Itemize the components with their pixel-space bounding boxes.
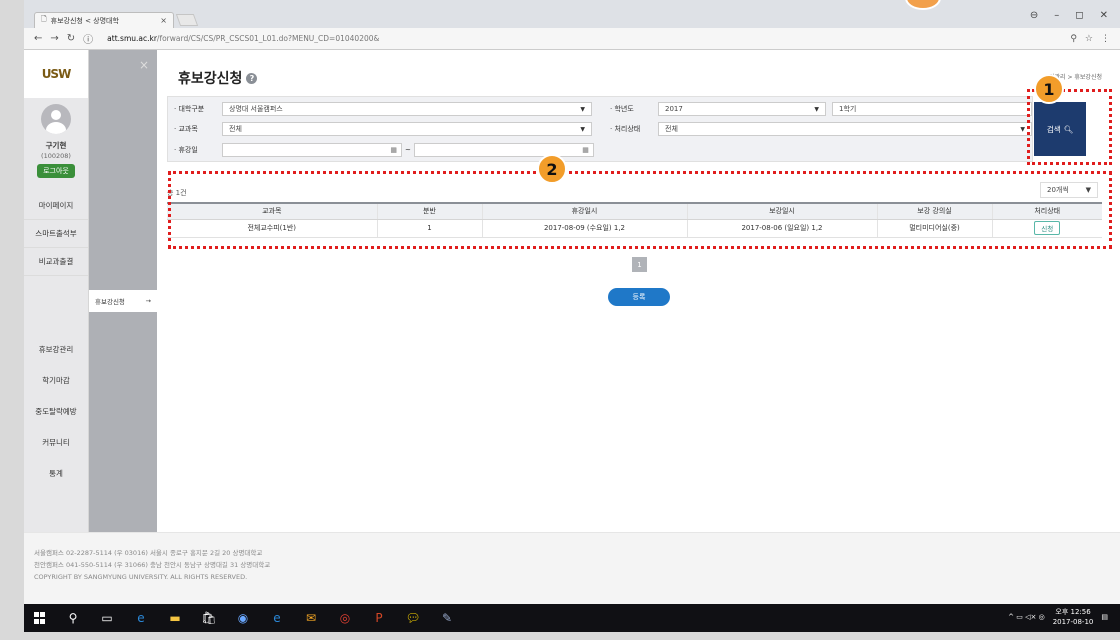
new-tab-button[interactable] bbox=[175, 14, 199, 26]
tab-title: 휴보강신청 < 상명대학 bbox=[50, 16, 119, 25]
task-view-icon[interactable]: ▭ bbox=[100, 611, 114, 625]
course-select[interactable]: 전체 ▼ bbox=[222, 122, 592, 136]
footer-copyright: COPYRIGHT BY SANGMYUNG UNIVERSITY. ALL R… bbox=[34, 573, 248, 581]
usw-logo[interactable]: USW bbox=[24, 50, 88, 98]
footer-cheonan-address: 천안캠퍼스 041-550-5114 (우 31066) 충남 천안시 동남구 … bbox=[34, 561, 271, 569]
chrome-icon[interactable]: ◎ bbox=[338, 611, 352, 625]
sidebar-item-statistics[interactable]: 통계 bbox=[24, 458, 88, 489]
sidebar-item-extracurricular[interactable]: 비교과출결 bbox=[24, 248, 88, 276]
caret-down-icon: ▼ bbox=[580, 105, 585, 113]
frame-edge bbox=[24, 632, 1120, 640]
browser-tabbar: 🗋 휴보강신청 < 상명대학 × ⊖ – ◻ ✕ bbox=[24, 0, 1120, 28]
user-name: 구기현 bbox=[45, 141, 67, 150]
window-controls: ⊖ – ◻ ✕ bbox=[1030, 10, 1108, 21]
annotation-badge-2: 2 bbox=[537, 154, 567, 184]
annotation-badge-1: 1 bbox=[1034, 74, 1064, 104]
windows-start-icon[interactable] bbox=[34, 612, 46, 624]
register-button[interactable]: 등록 bbox=[608, 288, 670, 306]
windows-taskbar: ⚲ ▭ e ▬ 🛍︎ ◉ e ✉ ◎ P 💬︎ ✎ ^ ▭ ◁× ◎ 오후 12… bbox=[24, 604, 1120, 632]
main-sidebar: USW 구기현 (100208) 로그아웃 마이페이지 스마트출석부 비교과출결… bbox=[24, 50, 89, 532]
edge-icon[interactable]: e bbox=[134, 611, 148, 625]
semester-select[interactable]: 1학기 bbox=[832, 102, 1032, 116]
app-icon[interactable]: ✎ bbox=[440, 611, 454, 625]
file-explorer-icon[interactable]: ▬ bbox=[168, 611, 182, 625]
submenu-panel: × 휴보강신청 → bbox=[89, 50, 157, 532]
mail-icon[interactable]: ✉ bbox=[304, 611, 318, 625]
more-icon[interactable]: ⋮ bbox=[1101, 34, 1110, 44]
caret-down-icon: ▼ bbox=[580, 125, 585, 133]
annotation-box-2 bbox=[168, 171, 1112, 249]
main-content: 휴보강신청 ? 강관리 > 휴보강신청 대학구분 상명대 서울캠퍼스▼ 학년도 … bbox=[157, 50, 1120, 532]
tray-icons[interactable]: ^ ▭ ◁× ◎ bbox=[1008, 613, 1045, 621]
back-icon[interactable]: ← bbox=[34, 33, 42, 44]
page-icon: 🗋 bbox=[41, 15, 47, 23]
address-bar: ← → ↻ ⓘ att.smu.ac.kr/forward/CS/CS/PR_C… bbox=[24, 28, 1120, 50]
search-filter-panel: 대학구분 상명대 서울캠퍼스▼ 학년도 2017▼ 1학기 교과목 전체▼ 처리… bbox=[167, 96, 1033, 162]
kakaotalk-icon[interactable]: 💬︎ bbox=[405, 611, 420, 625]
campus-label: 대학구분 bbox=[168, 104, 222, 114]
search-icon[interactable]: ⚲ bbox=[66, 611, 80, 625]
notification-icon[interactable]: ▤ bbox=[1101, 613, 1108, 621]
star-icon[interactable]: ☆ bbox=[1085, 34, 1093, 44]
ie-icon[interactable]: e bbox=[270, 611, 284, 625]
page-footer: 서울캠퍼스 02-2287-5114 (우 03016) 서울시 종로구 홍지문… bbox=[24, 532, 1120, 604]
tab-close-icon[interactable]: × bbox=[160, 16, 167, 25]
footer-seoul-address: 서울캠퍼스 02-2287-5114 (우 03016) 서울시 종로구 홍지문… bbox=[34, 549, 263, 557]
sidebar-item-mypage[interactable]: 마이페이지 bbox=[24, 192, 88, 220]
reload-icon[interactable]: ↻ bbox=[67, 33, 75, 44]
clock[interactable]: 오후 12:56 2017-08-10 bbox=[1053, 607, 1094, 627]
user-panel: 구기현 (100208) 로그아웃 bbox=[24, 98, 88, 178]
app-icon[interactable]: ◉ bbox=[236, 611, 250, 625]
help-icon[interactable]: ? bbox=[246, 72, 258, 84]
submenu-item-class-cancel-request[interactable]: 휴보강신청 → bbox=[89, 290, 157, 312]
powerpoint-icon[interactable]: P bbox=[372, 611, 386, 625]
zoom-icon[interactable]: ⚲ bbox=[1070, 34, 1077, 44]
profile-icon[interactable]: ⊖ bbox=[1030, 10, 1038, 21]
store-icon[interactable]: 🛍︎ bbox=[201, 611, 216, 625]
page-title: 휴보강신청 ? bbox=[178, 68, 258, 88]
sidebar-item-community[interactable]: 커뮤니티 bbox=[24, 427, 88, 458]
caret-down-icon: ▼ bbox=[814, 105, 819, 113]
url-input[interactable]: att.smu.ac.kr/forward/CS/CS/PR_CSCS01_L0… bbox=[107, 34, 1062, 43]
close-window-icon[interactable]: ✕ bbox=[1100, 10, 1108, 21]
sidebar-menu: 마이페이지 스마트출석부 비교과출결 휴보강관리 학기마감 중도탈락예방 커뮤니… bbox=[24, 192, 88, 489]
arrow-right-icon: → bbox=[145, 297, 151, 305]
course-label: 교과목 bbox=[168, 124, 222, 134]
close-submenu-icon[interactable]: × bbox=[139, 58, 149, 72]
year-label: 학년도 bbox=[604, 104, 658, 114]
avatar-icon bbox=[41, 104, 71, 134]
restore-icon[interactable]: ◻ bbox=[1075, 10, 1083, 21]
system-tray: ^ ▭ ◁× ◎ 오후 12:56 2017-08-10 ▤ bbox=[1008, 607, 1108, 627]
user-id: (100208) bbox=[41, 152, 71, 160]
minimize-icon[interactable]: – bbox=[1054, 10, 1059, 21]
browser-tab[interactable]: 🗋 휴보강신청 < 상명대학 × bbox=[34, 12, 174, 28]
web-page: USW 구기현 (100208) 로그아웃 마이페이지 스마트출석부 비교과출결… bbox=[24, 50, 1120, 604]
cancel-date-end-input[interactable]: ▦ bbox=[413, 143, 594, 157]
logout-button[interactable]: 로그아웃 bbox=[37, 164, 75, 178]
caret-down-icon: ▼ bbox=[1020, 125, 1025, 133]
sidebar-item-class-cancel[interactable]: 휴보강관리 bbox=[24, 334, 88, 365]
campus-select[interactable]: 상명대 서울캠퍼스 ▼ bbox=[222, 102, 592, 116]
status-label: 처리상태 bbox=[604, 124, 658, 134]
sidebar-item-smart-attendance[interactable]: 스마트출석부 bbox=[24, 220, 88, 248]
calendar-icon[interactable]: ▦ bbox=[582, 146, 589, 154]
info-icon[interactable]: ⓘ bbox=[83, 31, 93, 46]
forward-icon[interactable]: → bbox=[50, 33, 58, 44]
sidebar-item-semester-close[interactable]: 학기마감 bbox=[24, 365, 88, 396]
calendar-icon[interactable]: ▦ bbox=[390, 146, 397, 154]
sidebar-item-dropout-prevention[interactable]: 중도탈락예방 bbox=[24, 396, 88, 427]
status-select[interactable]: 전체 ▼ bbox=[658, 122, 1032, 136]
cancel-date-start-input[interactable]: ▦ bbox=[222, 143, 402, 157]
cancel-date-label: 휴강일 bbox=[168, 145, 222, 155]
year-select[interactable]: 2017 ▼ bbox=[658, 102, 826, 116]
pagination-page-1[interactable]: 1 bbox=[632, 257, 647, 272]
